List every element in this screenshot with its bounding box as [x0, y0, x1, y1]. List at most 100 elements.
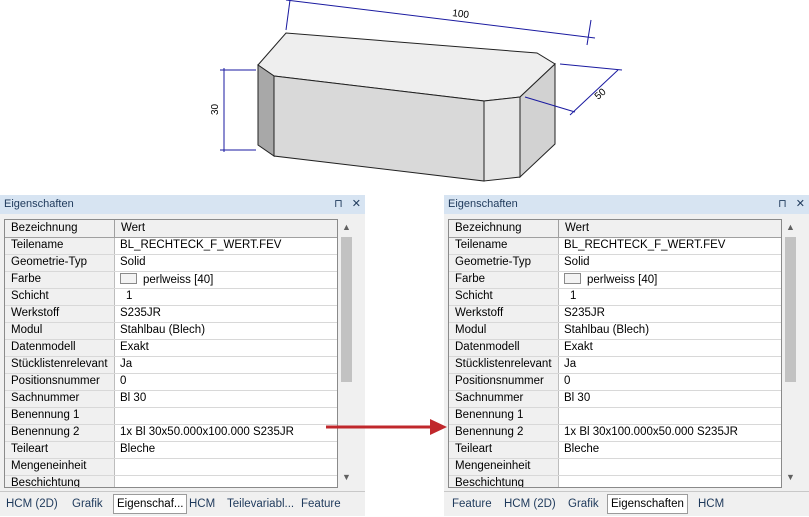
- panel-tabs: Feature HCM (2D) Grafik Eigenschaften HC…: [444, 491, 809, 517]
- property-row-werkstoff[interactable]: Werkstoff S235JR: [5, 306, 337, 323]
- properties-panel-right: Eigenschaften ⊓ ✕ Bezeichnung Wert Teile…: [444, 195, 809, 516]
- property-row-benennung-1[interactable]: Benennung 1: [449, 408, 781, 425]
- tab-eigenschaften[interactable]: Eigenschaf...: [113, 494, 188, 514]
- property-row-geometrie-typ[interactable]: Geometrie-Typ Solid: [449, 255, 781, 272]
- property-row-teilename[interactable]: Teilename BL_RECHTECK_F_WERT.FEV: [5, 238, 337, 255]
- property-name: Benennung 2: [5, 425, 115, 441]
- property-value[interactable]: 1x Bl 30x50.000x100.000 S235JR: [115, 425, 337, 441]
- property-value[interactable]: [115, 459, 337, 475]
- property-row-sachnummer[interactable]: Sachnummer Bl 30: [449, 391, 781, 408]
- close-icon[interactable]: ✕: [352, 198, 361, 210]
- property-value[interactable]: [559, 408, 781, 424]
- property-name: Schicht: [5, 289, 115, 305]
- column-header-value[interactable]: Wert: [115, 220, 337, 237]
- property-row-benennung-2[interactable]: Benennung 2 1x Bl 30x100.000x50.000 S235J…: [449, 425, 781, 442]
- panel-titlebar: Eigenschaften ⊓ ✕: [444, 195, 809, 214]
- property-row-benennung-1[interactable]: Benennung 1: [5, 408, 337, 425]
- property-value[interactable]: Bleche: [559, 442, 781, 458]
- pin-icon[interactable]: ⊓: [334, 198, 343, 210]
- property-row-schicht[interactable]: Schicht 1: [449, 289, 781, 306]
- vertical-scrollbar[interactable]: ▲ ▼: [782, 219, 799, 486]
- property-value[interactable]: Ja: [115, 357, 337, 373]
- property-value[interactable]: [115, 476, 337, 487]
- property-name: Teilename: [449, 238, 559, 254]
- property-value[interactable]: Solid: [559, 255, 781, 271]
- property-row-stuecklistenrelevant[interactable]: Stücklistenrelevant Ja: [5, 357, 337, 374]
- property-row-stuecklistenrelevant[interactable]: Stücklistenrelevant Ja: [449, 357, 781, 374]
- property-row-mengeneinheit[interactable]: Mengeneinheit: [449, 459, 781, 476]
- tab-grafik[interactable]: Grafik: [72, 495, 103, 513]
- property-value[interactable]: 0: [559, 374, 781, 390]
- scroll-down-icon[interactable]: ▼: [338, 469, 355, 486]
- tab-hcm[interactable]: HCM: [189, 495, 215, 513]
- close-icon[interactable]: ✕: [796, 198, 805, 210]
- property-row-geometrie-typ[interactable]: Geometrie-Typ Solid: [5, 255, 337, 272]
- property-name: Modul: [5, 323, 115, 339]
- property-name: Mengeneinheit: [5, 459, 115, 475]
- tab-hcm[interactable]: HCM: [698, 495, 724, 513]
- property-name: Werkstoff: [449, 306, 559, 322]
- property-value[interactable]: [115, 408, 337, 424]
- tab-eigenschaften[interactable]: Eigenschaften: [607, 494, 688, 514]
- property-value[interactable]: Exakt: [559, 340, 781, 356]
- property-value[interactable]: Bleche: [115, 442, 337, 458]
- tab-grafik[interactable]: Grafik: [568, 495, 599, 513]
- property-row-datenmodell[interactable]: Datenmodell Exakt: [5, 340, 337, 357]
- property-value[interactable]: Bl 30: [559, 391, 781, 407]
- property-value[interactable]: [559, 476, 781, 487]
- property-value[interactable]: Bl 30: [115, 391, 337, 407]
- property-name: Benennung 2: [449, 425, 559, 441]
- property-row-positionsnummer[interactable]: Positionsnummer 0: [5, 374, 337, 391]
- scroll-thumb[interactable]: [341, 237, 352, 382]
- dimension-width-label: 50: [593, 86, 609, 102]
- property-value[interactable]: Exakt: [115, 340, 337, 356]
- property-value[interactable]: [559, 459, 781, 475]
- property-value[interactable]: Solid: [115, 255, 337, 271]
- property-value[interactable]: S235JR: [559, 306, 781, 322]
- property-row-teileart[interactable]: Teileart Bleche: [449, 442, 781, 459]
- property-row-modul[interactable]: Modul Stahlbau (Blech): [5, 323, 337, 340]
- property-row-schicht[interactable]: Schicht 1: [5, 289, 337, 306]
- property-row-werkstoff[interactable]: Werkstoff S235JR: [449, 306, 781, 323]
- property-value[interactable]: 1x Bl 30x100.000x50.000 S235JR: [559, 425, 781, 441]
- property-value[interactable]: 1: [115, 289, 337, 305]
- tab-feature[interactable]: Feature: [452, 495, 492, 513]
- property-row-farbe[interactable]: Farbe perlweiss [40]: [449, 272, 781, 289]
- column-header-name[interactable]: Bezeichnung: [5, 220, 115, 237]
- scroll-thumb[interactable]: [785, 237, 796, 382]
- property-row-mengeneinheit[interactable]: Mengeneinheit: [5, 459, 337, 476]
- property-value[interactable]: perlweiss [40]: [115, 272, 337, 288]
- property-row-farbe[interactable]: Farbe perlweiss [40]: [5, 272, 337, 289]
- scroll-up-icon[interactable]: ▲: [782, 219, 799, 236]
- tab-feature[interactable]: Feature: [301, 495, 341, 513]
- property-value[interactable]: Ja: [559, 357, 781, 373]
- tab-hcm-2d[interactable]: HCM (2D): [504, 495, 556, 513]
- tab-teilevariablen[interactable]: Teilevariabl...: [227, 495, 294, 513]
- tab-hcm-2d[interactable]: HCM (2D): [6, 495, 58, 513]
- dimension-height: [220, 68, 256, 152]
- pin-icon[interactable]: ⊓: [778, 198, 787, 210]
- vertical-scrollbar[interactable]: ▲ ▼: [338, 219, 355, 486]
- column-header-name[interactable]: Bezeichnung: [449, 220, 559, 237]
- property-value[interactable]: Stahlbau (Blech): [559, 323, 781, 339]
- property-row-teilename[interactable]: Teilename BL_RECHTECK_F_WERT.FEV: [449, 238, 781, 255]
- property-row-beschichtung[interactable]: Beschichtung: [449, 476, 781, 487]
- property-row-sachnummer[interactable]: Sachnummer Bl 30: [5, 391, 337, 408]
- property-row-beschichtung[interactable]: Beschichtung: [5, 476, 337, 487]
- property-row-positionsnummer[interactable]: Positionsnummer 0: [449, 374, 781, 391]
- scroll-up-icon[interactable]: ▲: [338, 219, 355, 236]
- scroll-down-icon[interactable]: ▼: [782, 469, 799, 486]
- property-value[interactable]: BL_RECHTECK_F_WERT.FEV: [559, 238, 781, 254]
- property-value[interactable]: 1: [559, 289, 781, 305]
- property-row-teileart[interactable]: Teileart Bleche: [5, 442, 337, 459]
- property-value[interactable]: S235JR: [115, 306, 337, 322]
- property-row-benennung-2[interactable]: Benennung 2 1x Bl 30x50.000x100.000 S235J…: [5, 425, 337, 442]
- property-value[interactable]: BL_RECHTECK_F_WERT.FEV: [115, 238, 337, 254]
- property-value[interactable]: 0: [115, 374, 337, 390]
- part-left-face: [257, 64, 275, 157]
- property-row-modul[interactable]: Modul Stahlbau (Blech): [449, 323, 781, 340]
- property-value[interactable]: perlweiss [40]: [559, 272, 781, 288]
- property-value[interactable]: Stahlbau (Blech): [115, 323, 337, 339]
- property-row-datenmodell[interactable]: Datenmodell Exakt: [449, 340, 781, 357]
- column-header-value[interactable]: Wert: [559, 220, 781, 237]
